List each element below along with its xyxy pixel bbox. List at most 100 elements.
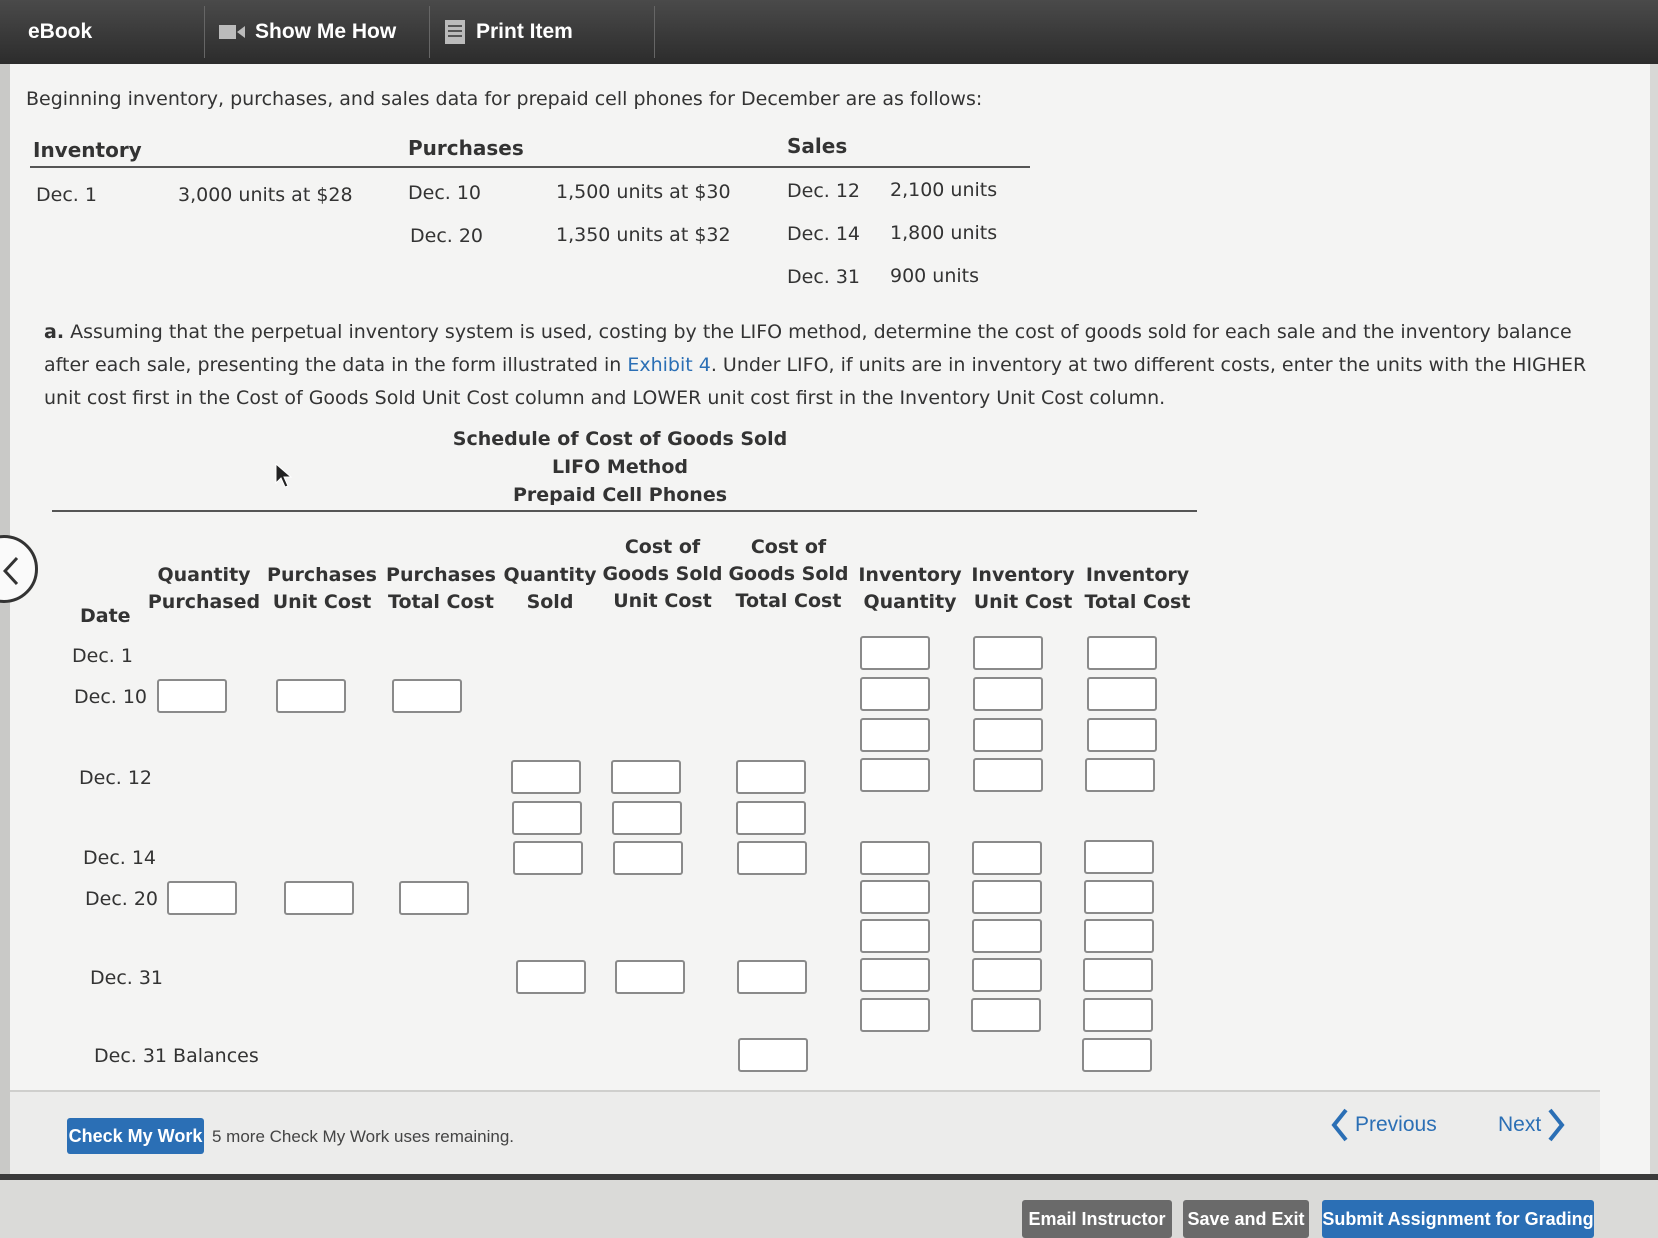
dec20-quantity-purchased-input[interactable] [167,881,237,915]
row-date: Dec. 31 [90,967,164,989]
dec12-inventory-quantity-input[interactable] [860,758,930,792]
balance-inventory-total-input[interactable] [1082,1038,1152,1072]
date-header: Date [80,605,131,627]
dec20-purchases-total-cost-input[interactable] [399,881,469,915]
dec31-inventory-total-cost-input[interactable] [1083,958,1153,992]
dec31-inventory-unit-cost-input[interactable] [972,958,1042,992]
tab-label: Show Me How [255,20,397,43]
dec31-cogs-total-cost-input[interactable] [737,960,807,994]
schedule-title: Schedule of Cost of Goods Sold [452,428,788,450]
purchase-desc: 1,350 units at $32 [556,224,731,246]
dec10-purchases-total-cost-input[interactable] [392,679,462,713]
dec31-inventory-quantity-input[interactable] [860,998,930,1032]
tab-print-item[interactable]: Print Item [430,6,655,58]
question-label: a. [44,321,65,343]
dec20-inventory-quantity-input[interactable] [860,919,930,953]
dec12-cogs-unit-cost-input[interactable] [611,760,681,794]
dec31-inventory-quantity-input[interactable] [860,958,930,992]
inventory-desc: 3,000 units at $28 [178,184,353,206]
purchases-header: Purchases [408,136,524,160]
inventory-header: Inventory [33,138,142,162]
dec31-quantity-sold-input[interactable] [516,960,586,994]
sale-date: Dec. 14 [787,223,861,245]
tab-label: eBook [28,20,93,43]
dec10-inventory-total-cost-input[interactable] [1087,677,1157,711]
left-edge [0,64,10,1174]
dec20-purchases-unit-cost-input[interactable] [284,881,354,915]
next-link[interactable]: Next [1498,1108,1571,1142]
row-date: Dec. 14 [83,847,157,869]
tab-ebook[interactable]: eBook [0,6,205,58]
dec1-inventory-quantity-input[interactable] [860,636,930,670]
dec14-cogs-unit-cost-input[interactable] [613,841,683,875]
dec10-inventory-unit-cost-input[interactable] [973,718,1043,752]
dec14-cogs-total-cost-input[interactable] [737,841,807,875]
print-icon [445,20,465,44]
previous-link[interactable]: Previous [1325,1108,1437,1142]
row-date: Dec. 31 Balances [94,1045,259,1067]
remaining-uses: 5 more Check My Work uses remaining. [212,1127,515,1146]
chevron-left-icon [1331,1108,1348,1142]
tab-show-me-how[interactable]: Show Me How [205,6,430,58]
col-quantity-sold: Quantity Sold [503,564,597,613]
chevron-left-icon [3,556,19,586]
dec14-inventory-total-cost-input[interactable] [1084,840,1154,874]
dec20-inventory-total-cost-input[interactable] [1084,919,1154,953]
chevron-right-icon [1548,1108,1565,1142]
dec20-inventory-unit-cost-input[interactable] [972,880,1042,914]
col-cogs-unit-cost: Cost of Goods Sold Unit Cost [602,536,723,612]
dec14-quantity-sold-input[interactable] [512,801,582,835]
row-date: Dec. 1 [72,645,133,667]
dec12-cogs-total-cost-input[interactable] [736,760,806,794]
dec10-inventory-unit-cost-input[interactable] [973,677,1043,711]
mouse-cursor-icon [275,463,293,488]
email-instructor-button[interactable]: Email Instructor [1022,1200,1172,1238]
col-quantity-purchased: Quantity Purchased [147,564,261,613]
col-inventory-total-cost: Inventory Total Cost [1084,564,1191,613]
dec31-inventory-unit-cost-input[interactable] [971,998,1041,1032]
dec14-inventory-unit-cost-input[interactable] [972,841,1042,875]
save-and-exit-button[interactable]: Save and Exit [1183,1200,1309,1238]
table-rule [30,166,1030,168]
check-my-work-button[interactable]: Check My Work [67,1118,204,1154]
top-toolbar: eBook Show Me How Print Item [0,0,1658,64]
dec1-inventory-unit-cost-input[interactable] [973,636,1043,670]
dec20-inventory-total-cost-input[interactable] [1084,880,1154,914]
submit-assignment-button[interactable]: Submit Assignment for Grading [1322,1200,1594,1238]
dec14-inventory-quantity-input[interactable] [860,841,930,875]
sale-date: Dec. 31 [787,266,861,288]
sale-units: 1,800 units [890,222,998,244]
dec10-purchases-unit-cost-input[interactable] [276,679,346,713]
col-inventory-quantity: Inventory Quantity [858,564,962,613]
exhibit-link[interactable]: Exhibit 4 [627,354,711,376]
dec20-inventory-quantity-input[interactable] [860,880,930,914]
purchase-date: Dec. 20 [410,225,484,247]
dec14-cogs-total-cost-input[interactable] [736,801,806,835]
dec10-inventory-quantity-input[interactable] [860,677,930,711]
previous-label: Previous [1355,1113,1437,1136]
sales-header: Sales [787,134,848,158]
right-scrollbar[interactable] [1650,64,1658,1174]
col-purchases-total-cost: Purchases Total Cost [386,564,496,613]
dec12-quantity-sold-input[interactable] [511,760,581,794]
dec12-inventory-total-cost-input[interactable] [1085,758,1155,792]
row-date: Dec. 20 [85,888,159,910]
col-purchases-unit-cost: Purchases Unit Cost [267,564,377,613]
sale-date: Dec. 12 [787,180,861,202]
dec14-quantity-sold-input[interactable] [513,841,583,875]
schedule-rule [52,510,1197,512]
dec10-inventory-total-cost-input[interactable] [1087,718,1157,752]
dec10-quantity-purchased-input[interactable] [157,679,227,713]
inventory-date: Dec. 1 [36,184,97,206]
dec14-cogs-unit-cost-input[interactable] [612,801,682,835]
dec31-inventory-total-cost-input[interactable] [1083,998,1153,1032]
row-date: Dec. 12 [79,767,153,789]
balance-cogs-total-input[interactable] [738,1038,808,1072]
dec31-cogs-unit-cost-input[interactable] [615,960,685,994]
tab-label: Print Item [476,20,573,43]
col-cogs-total-cost: Cost of Goods Sold Total Cost [728,536,849,612]
dec20-inventory-unit-cost-input[interactable] [972,919,1042,953]
dec10-inventory-quantity-input[interactable] [860,718,930,752]
dec12-inventory-unit-cost-input[interactable] [973,758,1043,792]
dec1-inventory-total-cost-input[interactable] [1087,636,1157,670]
